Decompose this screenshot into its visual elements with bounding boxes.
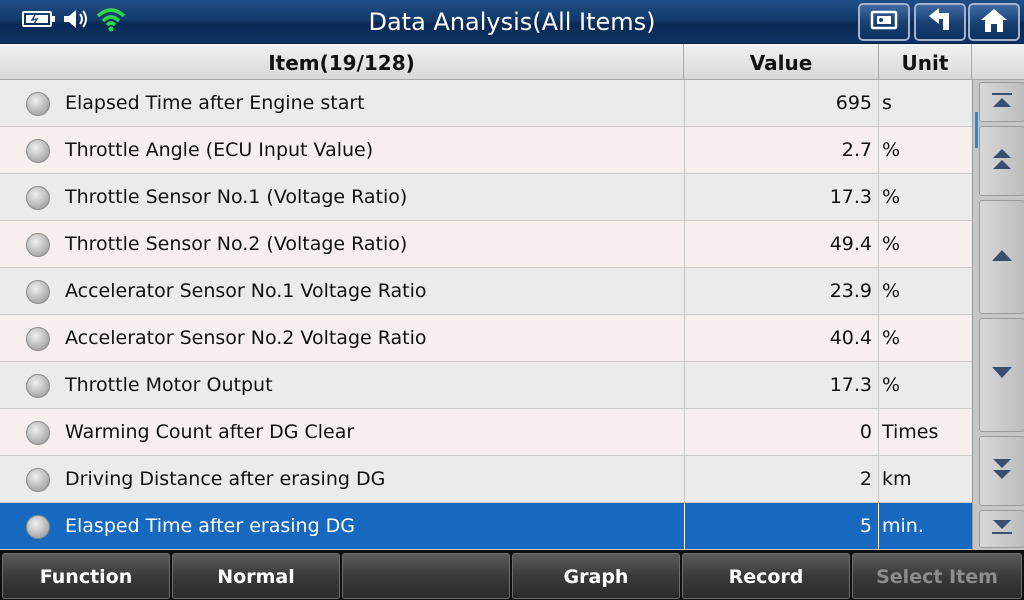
- scroll-up-button[interactable]: [979, 200, 1024, 314]
- table-header: Item(19/128) Value Unit: [0, 44, 1024, 80]
- scroll-top-button[interactable]: [979, 82, 1024, 122]
- row-radio[interactable]: [26, 515, 50, 539]
- table-row[interactable]: Accelerator Sensor No.1 Voltage Ratio 23…: [0, 268, 972, 315]
- item-name: Throttle Sensor No.2 (Voltage Ratio): [65, 233, 408, 255]
- item-name: Driving Distance after erasing DG: [65, 468, 386, 490]
- column-header-value[interactable]: Value: [684, 44, 879, 80]
- item-value: 695: [684, 80, 879, 126]
- item-value: 49.4: [684, 221, 879, 267]
- table-row-selected[interactable]: Elasped Time after erasing DG 5 min.: [0, 503, 972, 550]
- table-row[interactable]: Warming Count after DG Clear 0 Times: [0, 409, 972, 456]
- data-list: Elapsed Time after Engine start 695 s Th…: [0, 80, 972, 550]
- select-item-button[interactable]: Select Item: [852, 553, 1022, 599]
- item-name: Throttle Sensor No.1 (Voltage Ratio): [65, 186, 408, 208]
- item-name: Throttle Angle (ECU Input Value): [65, 139, 374, 161]
- home-button[interactable]: [968, 3, 1020, 41]
- item-value: 23.9: [684, 268, 879, 314]
- scroll-down-button[interactable]: [979, 318, 1024, 432]
- column-header-item[interactable]: Item(19/128): [0, 44, 684, 80]
- item-unit: %: [882, 327, 901, 349]
- back-up-icon: [925, 6, 955, 38]
- chevron-down-icon: [990, 365, 1014, 385]
- row-radio[interactable]: [26, 92, 50, 116]
- graph-button[interactable]: Graph: [512, 553, 680, 599]
- item-name: Elapsed Time after Engine start: [65, 92, 365, 114]
- table-row[interactable]: Throttle Sensor No.1 (Voltage Ratio) 17.…: [0, 174, 972, 221]
- item-name: Throttle Motor Output: [65, 374, 273, 396]
- table-row[interactable]: Accelerator Sensor No.2 Voltage Ratio 40…: [0, 315, 972, 362]
- back-button[interactable]: [914, 3, 966, 41]
- print-button[interactable]: [858, 3, 910, 41]
- table-row[interactable]: Throttle Sensor No.2 (Voltage Ratio) 49.…: [0, 221, 972, 268]
- row-radio[interactable]: [26, 233, 50, 257]
- item-unit: %: [882, 280, 901, 302]
- item-unit: %: [882, 233, 901, 255]
- function-bar: Function Normal Graph Record Select Item: [0, 550, 1024, 600]
- scroll-to-bottom-icon: [989, 518, 1015, 540]
- chevron-up-icon: [990, 247, 1014, 267]
- function-button[interactable]: Function: [2, 553, 170, 599]
- scroll-panel: [972, 80, 1024, 550]
- item-value: 2.7: [684, 127, 879, 173]
- title-bar: Data Analysis(All Items): [0, 0, 1024, 44]
- record-button[interactable]: Record: [682, 553, 850, 599]
- table-row[interactable]: Throttle Motor Output 17.3 %: [0, 362, 972, 409]
- page-up-button[interactable]: [979, 126, 1024, 196]
- item-value: 5: [684, 503, 879, 549]
- column-header-unit[interactable]: Unit: [879, 44, 972, 80]
- item-unit: %: [882, 186, 901, 208]
- table-row[interactable]: Driving Distance after erasing DG 2 km: [0, 456, 972, 503]
- scroll-indicator[interactable]: [975, 112, 978, 148]
- item-unit: s: [882, 92, 892, 114]
- item-name: Elasped Time after erasing DG: [65, 515, 356, 537]
- table-row[interactable]: Elapsed Time after Engine start 695 s: [0, 80, 972, 127]
- blank-button[interactable]: [342, 553, 510, 599]
- scroll-to-top-icon: [989, 91, 1015, 113]
- item-unit: km: [882, 468, 912, 490]
- item-name: Accelerator Sensor No.2 Voltage Ratio: [65, 327, 427, 349]
- item-unit: %: [882, 139, 901, 161]
- row-radio[interactable]: [26, 421, 50, 445]
- item-value: 17.3: [684, 362, 879, 408]
- print-icon: [869, 8, 899, 36]
- item-name: Warming Count after DG Clear: [65, 421, 355, 443]
- double-chevron-down-icon: [990, 456, 1014, 486]
- row-radio[interactable]: [26, 468, 50, 492]
- double-chevron-up-icon: [990, 146, 1014, 176]
- item-unit: min.: [882, 515, 924, 537]
- row-radio[interactable]: [26, 186, 50, 210]
- table-row[interactable]: Throttle Angle (ECU Input Value) 2.7 %: [0, 127, 972, 174]
- row-radio[interactable]: [26, 139, 50, 163]
- row-radio[interactable]: [26, 327, 50, 351]
- item-name: Accelerator Sensor No.1 Voltage Ratio: [65, 280, 427, 302]
- item-value: 40.4: [684, 315, 879, 361]
- page-down-button[interactable]: [979, 436, 1024, 506]
- item-value: 0: [684, 409, 879, 455]
- item-value: 17.3: [684, 174, 879, 220]
- scroll-bottom-button[interactable]: [979, 510, 1024, 548]
- home-icon: [979, 6, 1009, 38]
- row-radio[interactable]: [26, 374, 50, 398]
- row-radio[interactable]: [26, 280, 50, 304]
- item-value: 2: [684, 456, 879, 502]
- normal-button[interactable]: Normal: [172, 553, 340, 599]
- item-unit: Times: [882, 421, 939, 443]
- item-unit: %: [882, 374, 901, 396]
